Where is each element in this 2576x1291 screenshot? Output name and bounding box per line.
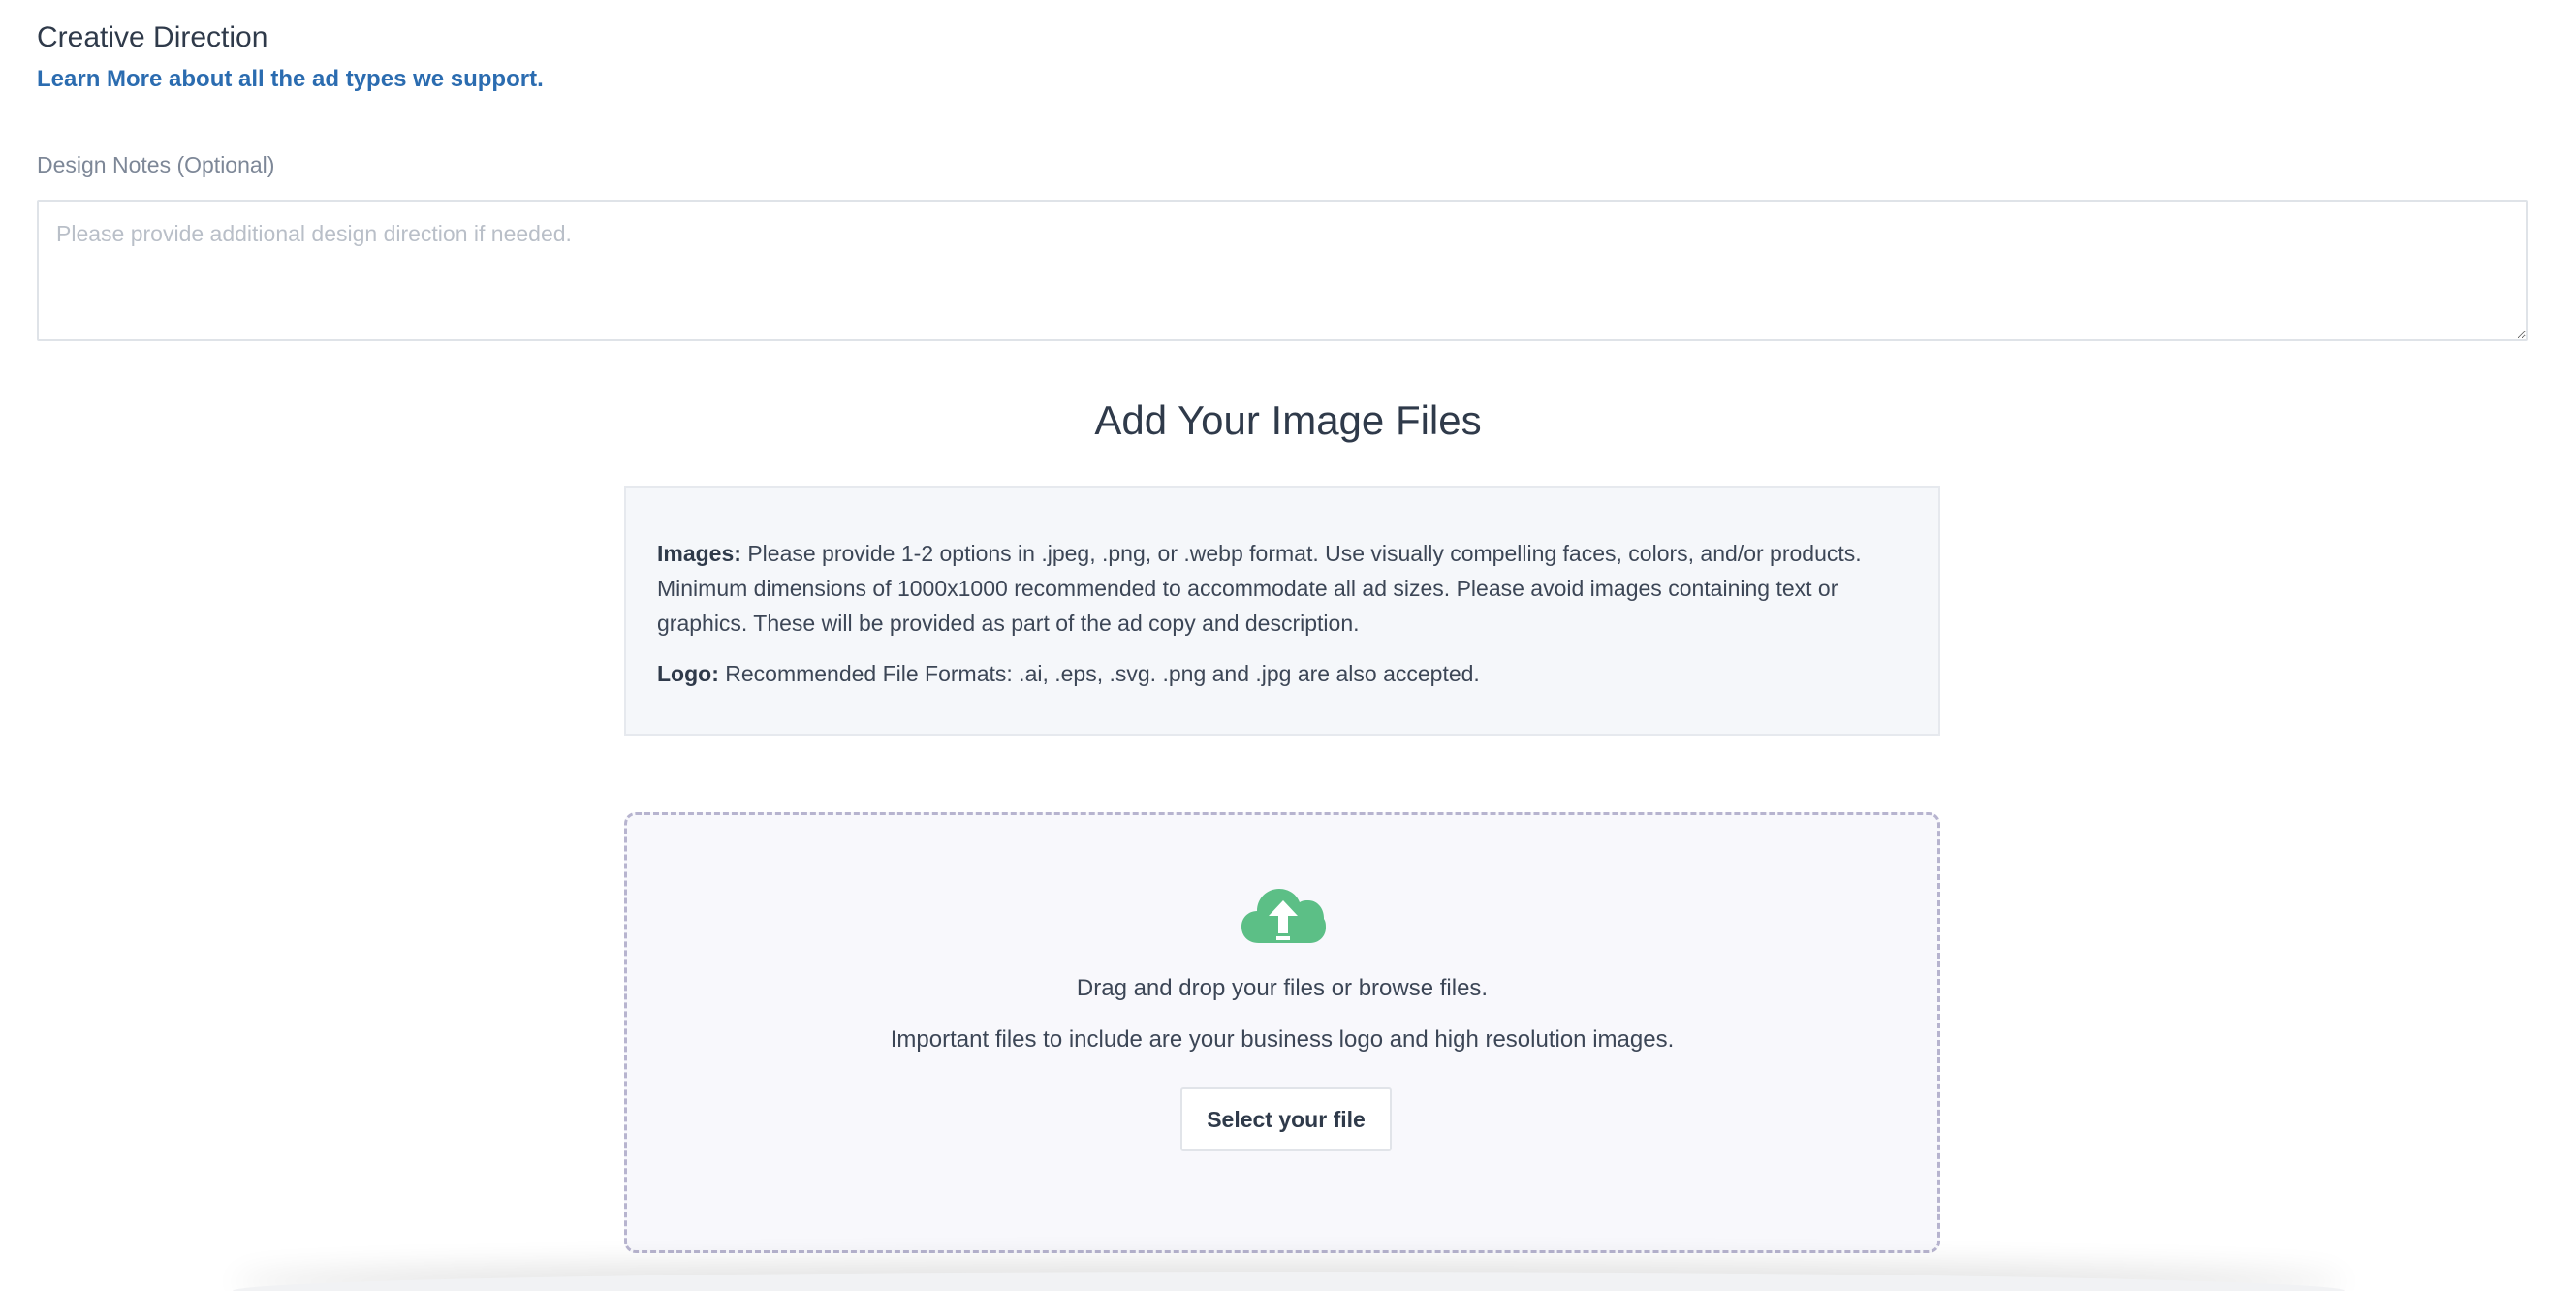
cloud-upload-icon: [1241, 889, 1326, 943]
logo-requirement: Logo: Recommended File Formats: .ai, .ep…: [657, 656, 1907, 691]
logo-label: Logo:: [657, 661, 719, 686]
file-dropzone[interactable]: Drag and drop your files or browse files…: [624, 812, 1940, 1253]
images-requirement: Images: Please provide 1-2 options in .j…: [657, 536, 1907, 641]
section-title: Creative Direction: [37, 21, 268, 53]
bottom-panel-shadow: [233, 1272, 2345, 1291]
design-notes-textarea[interactable]: [37, 200, 2528, 341]
design-notes-label: Design Notes (Optional): [37, 152, 275, 177]
logo-text: Recommended File Formats: .ai, .eps, .sv…: [718, 661, 1480, 686]
learn-more-link[interactable]: Learn More about all the ad types we sup…: [37, 66, 544, 93]
upload-heading: Add Your Image Files: [1094, 397, 1482, 443]
file-requirements-box: Images: Please provide 1-2 options in .j…: [624, 486, 1940, 736]
select-file-button[interactable]: Select your file: [1180, 1087, 1392, 1151]
images-text: Please provide 1-2 options in .jpeg, .pn…: [657, 541, 1862, 636]
images-label: Images:: [657, 541, 741, 566]
dropzone-hint: Important files to include are your busi…: [890, 1026, 1675, 1053]
creative-direction-page: Creative Direction Learn More about all …: [0, 0, 2576, 1291]
dropzone-instruction: Drag and drop your files or browse files…: [1076, 975, 1489, 1001]
